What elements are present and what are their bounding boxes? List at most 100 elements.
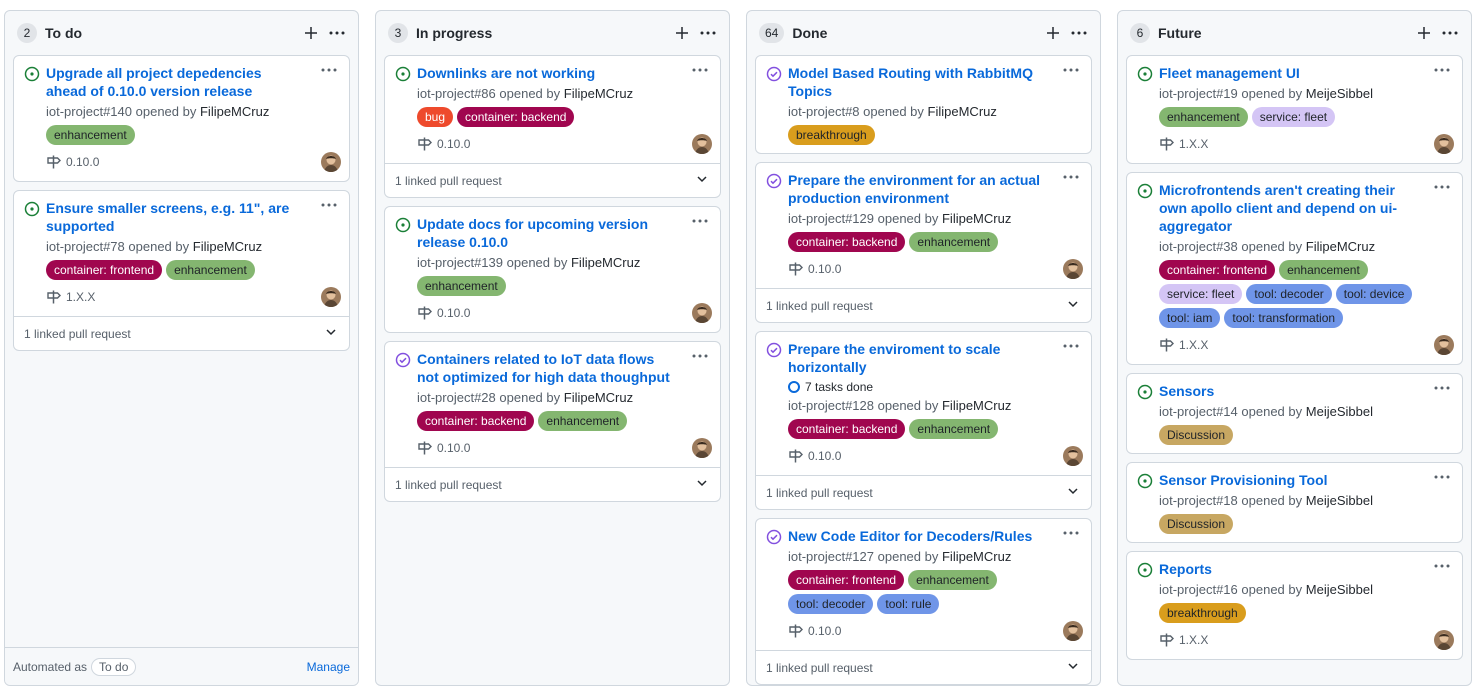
add-card-button[interactable] xyxy=(298,20,324,46)
issue-card[interactable]: Downlinks are not working iot-project#86 … xyxy=(384,55,721,198)
issue-title-link[interactable]: Fleet management UI xyxy=(1159,64,1454,82)
label-badge[interactable]: tool: iam xyxy=(1159,308,1221,328)
card-menu-button[interactable] xyxy=(1432,469,1452,485)
issue-card[interactable]: Prepare the environment for an actual pr… xyxy=(755,162,1092,323)
avatar[interactable] xyxy=(1434,630,1454,650)
label-badge[interactable]: enhancement xyxy=(908,570,997,590)
milestone-text[interactable]: 1.X.X xyxy=(66,290,321,304)
author-link[interactable]: FilipeMCruz xyxy=(571,255,640,270)
label-badge[interactable]: enhancement xyxy=(909,232,999,252)
label-badge[interactable]: tool: decoder xyxy=(788,594,874,614)
column-menu-button[interactable] xyxy=(695,20,721,46)
issue-title-link[interactable]: Prepare the environment for an actual pr… xyxy=(788,171,1083,207)
issue-title-link[interactable]: New Code Editor for Decoders/Rules xyxy=(788,527,1083,545)
card-menu-button[interactable] xyxy=(1432,380,1452,396)
milestone-text[interactable]: 1.X.X xyxy=(1179,633,1434,647)
card-menu-button[interactable] xyxy=(1061,525,1081,541)
linked-pr-toggle[interactable]: 1 linked pull request xyxy=(14,316,349,350)
label-badge[interactable]: enhancement xyxy=(417,276,506,296)
avatar[interactable] xyxy=(1063,446,1083,466)
milestone-text[interactable]: 0.10.0 xyxy=(808,449,1063,463)
issue-card[interactable]: Reports iot-project#16 opened by MeijeSib… xyxy=(1126,551,1463,660)
label-badge[interactable]: breakthrough xyxy=(788,125,875,145)
author-link[interactable]: FilipeMCruz xyxy=(193,239,262,254)
author-link[interactable]: FilipeMCruz xyxy=(564,390,633,405)
card-menu-button[interactable] xyxy=(319,62,339,78)
milestone-text[interactable]: 0.10.0 xyxy=(66,155,321,169)
author-link[interactable]: FilipeMCruz xyxy=(1306,239,1375,254)
column-menu-button[interactable] xyxy=(324,20,350,46)
label-badge[interactable]: tool: rule xyxy=(877,594,940,614)
label-badge[interactable]: container: frontend xyxy=(1159,260,1276,280)
issue-card[interactable]: Microfrontends aren't creating their own… xyxy=(1126,172,1463,365)
card-menu-button[interactable] xyxy=(690,213,710,229)
author-link[interactable]: FilipeMCruz xyxy=(564,86,633,101)
issue-title-link[interactable]: Upgrade all project depedencies ahead of… xyxy=(46,64,341,100)
issue-card[interactable]: Fleet management UI iot-project#19 opened… xyxy=(1126,55,1463,164)
author-link[interactable]: FilipeMCruz xyxy=(200,104,269,119)
milestone-text[interactable]: 0.10.0 xyxy=(808,624,1063,638)
card-menu-button[interactable] xyxy=(1061,62,1081,78)
issue-title-link[interactable]: Downlinks are not working xyxy=(417,64,712,82)
label-badge[interactable]: enhancement xyxy=(909,419,999,439)
author-link[interactable]: MeijeSibbel xyxy=(1306,582,1373,597)
card-menu-button[interactable] xyxy=(319,197,339,213)
column-menu-button[interactable] xyxy=(1437,20,1463,46)
label-badge[interactable]: Discussion xyxy=(1159,514,1234,534)
issue-title-link[interactable]: Ensure smaller screens, e.g. 11", are su… xyxy=(46,199,341,235)
linked-pr-toggle[interactable]: 1 linked pull request xyxy=(756,288,1091,322)
milestone-text[interactable]: 0.10.0 xyxy=(437,137,692,151)
issue-card[interactable]: Update docs for upcoming version release… xyxy=(384,206,721,333)
author-link[interactable]: MeijeSibbel xyxy=(1306,86,1373,101)
manage-link[interactable]: Manage xyxy=(307,660,350,674)
issue-card[interactable]: Sensors iot-project#14 opened by MeijeSib… xyxy=(1126,373,1463,454)
label-badge[interactable]: tool: decoder xyxy=(1246,284,1332,304)
issue-card[interactable]: Containers related to IoT data flows not… xyxy=(384,341,721,502)
issue-card[interactable]: Sensor Provisioning Tool iot-project#18 o… xyxy=(1126,462,1463,543)
label-badge[interactable]: service: fleet xyxy=(1251,107,1336,127)
label-badge[interactable]: enhancement xyxy=(166,260,255,280)
avatar[interactable] xyxy=(692,134,712,154)
author-link[interactable]: FilipeMCruz xyxy=(928,104,997,119)
label-badge[interactable]: enhancement xyxy=(46,125,135,145)
label-badge[interactable]: bug xyxy=(417,107,454,127)
author-link[interactable]: FilipeMCruz xyxy=(942,398,1011,413)
avatar[interactable] xyxy=(1063,259,1083,279)
linked-pr-toggle[interactable]: 1 linked pull request xyxy=(756,650,1091,684)
label-badge[interactable]: container: backend xyxy=(788,419,906,439)
linked-pr-toggle[interactable]: 1 linked pull request xyxy=(385,163,720,197)
card-menu-button[interactable] xyxy=(1432,558,1452,574)
milestone-text[interactable]: 1.X.X xyxy=(1179,338,1434,352)
author-link[interactable]: MeijeSibbel xyxy=(1306,404,1373,419)
milestone-text[interactable]: 0.10.0 xyxy=(437,306,692,320)
label-badge[interactable]: container: frontend xyxy=(46,260,163,280)
label-badge[interactable]: container: backend xyxy=(788,232,906,252)
linked-pr-toggle[interactable]: 1 linked pull request xyxy=(385,467,720,501)
label-badge[interactable]: enhancement xyxy=(1159,107,1248,127)
add-card-button[interactable] xyxy=(1411,20,1437,46)
issue-card[interactable]: New Code Editor for Decoders/Rules iot-pr… xyxy=(755,518,1092,685)
author-link[interactable]: FilipeMCruz xyxy=(942,549,1011,564)
milestone-text[interactable]: 0.10.0 xyxy=(437,441,692,455)
label-badge[interactable]: container: backend xyxy=(457,107,575,127)
card-menu-button[interactable] xyxy=(1061,169,1081,185)
add-card-button[interactable] xyxy=(669,20,695,46)
issue-card[interactable]: Ensure smaller screens, e.g. 11", are su… xyxy=(13,190,350,351)
avatar[interactable] xyxy=(692,438,712,458)
issue-card[interactable]: Upgrade all project depedencies ahead of… xyxy=(13,55,350,182)
issue-title-link[interactable]: Containers related to IoT data flows not… xyxy=(417,350,712,386)
issue-title-link[interactable]: Prepare the enviroment to scale horizont… xyxy=(788,340,1083,376)
issue-title-link[interactable]: Reports xyxy=(1159,560,1454,578)
add-card-button[interactable] xyxy=(1040,20,1066,46)
label-badge[interactable]: tool: device xyxy=(1335,284,1413,304)
issue-title-link[interactable]: Microfrontends aren't creating their own… xyxy=(1159,181,1454,235)
label-badge[interactable]: tool: transformation xyxy=(1224,308,1344,328)
label-badge[interactable]: breakthrough xyxy=(1159,603,1246,623)
milestone-text[interactable]: 1.X.X xyxy=(1179,137,1434,151)
issue-title-link[interactable]: Sensor Provisioning Tool xyxy=(1159,471,1454,489)
label-badge[interactable]: Discussion xyxy=(1159,425,1234,445)
issue-title-link[interactable]: Sensors xyxy=(1159,382,1454,400)
label-badge[interactable]: service: fleet xyxy=(1159,284,1243,304)
card-menu-button[interactable] xyxy=(1432,179,1452,195)
author-link[interactable]: FilipeMCruz xyxy=(942,211,1011,226)
